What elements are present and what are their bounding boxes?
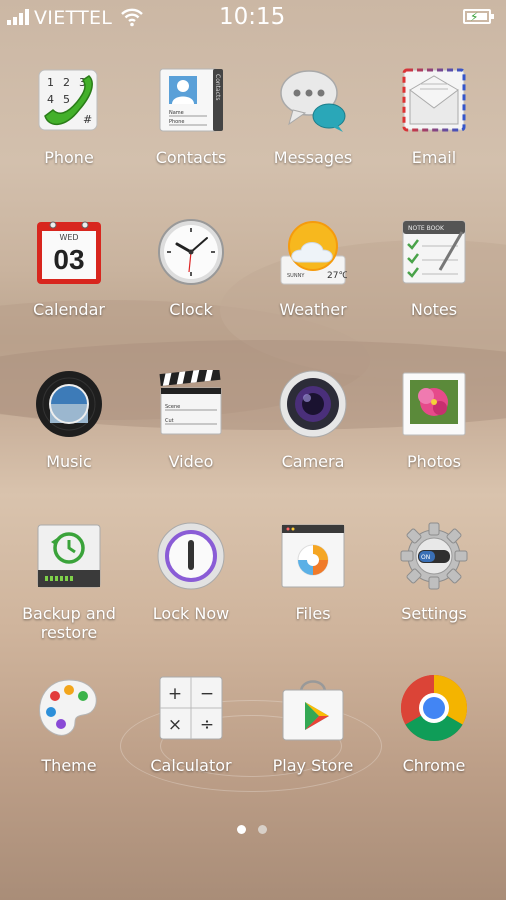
app-label: Weather xyxy=(279,300,347,319)
music-icon xyxy=(35,370,103,438)
app-settings[interactable]: ON Settings xyxy=(374,522,494,623)
phone-key: 5 xyxy=(63,93,70,106)
app-label: Camera xyxy=(281,452,345,471)
calc-key: − xyxy=(200,684,214,704)
app-label: Backup and restore xyxy=(22,604,116,642)
messages-icon xyxy=(279,66,347,134)
page-indicator[interactable] xyxy=(237,825,269,835)
status-bar: VIETTEL 10:15 ⚡ xyxy=(0,0,506,36)
app-email[interactable]: Email xyxy=(374,66,494,167)
chrome-icon xyxy=(400,674,468,742)
video-field: Cut xyxy=(165,418,174,424)
calc-key: × xyxy=(168,715,182,735)
calendar-day: WED xyxy=(59,233,78,242)
app-label: Calendar xyxy=(33,300,105,319)
weather-city: SUNNY xyxy=(287,273,305,279)
app-label: Clock xyxy=(169,300,213,319)
clock-icon xyxy=(157,218,225,286)
app-label: Chrome xyxy=(402,756,466,775)
app-label: Photos xyxy=(407,452,461,471)
contacts-field: Phone xyxy=(169,119,185,125)
calendar-icon: WED 03 xyxy=(35,218,103,286)
app-label: Video xyxy=(168,452,214,471)
notes-icon: NOTE BOOK xyxy=(400,218,468,286)
contacts-icon: Contacts Name Phone xyxy=(157,66,225,134)
phone-key: # xyxy=(83,113,92,126)
app-label: Contacts xyxy=(155,148,227,167)
play-store-icon xyxy=(279,674,347,742)
app-music[interactable]: Music xyxy=(9,370,129,471)
app-contacts[interactable]: Contacts Name Phone Contacts xyxy=(131,66,251,167)
calc-key: ÷ xyxy=(200,715,214,735)
video-icon: Scene Cut xyxy=(157,367,225,438)
status-time: 10:15 xyxy=(219,4,286,30)
notes-header: NOTE BOOK xyxy=(408,225,445,232)
camera-icon xyxy=(279,370,347,438)
app-label: Email xyxy=(411,148,457,167)
app-video[interactable]: Scene Cut Video xyxy=(131,367,251,471)
app-messages[interactable]: Messages xyxy=(253,66,373,167)
app-phone[interactable]: 1 2 3 4 5 # Phone xyxy=(9,66,129,167)
app-play-store[interactable]: Play Store xyxy=(253,674,373,775)
backup-icon xyxy=(35,522,103,590)
app-label: Settings xyxy=(401,604,467,623)
video-field: Scene xyxy=(165,404,180,410)
app-weather[interactable]: SUNNY 27℃ Weather xyxy=(253,218,373,319)
app-chrome[interactable]: Chrome xyxy=(374,674,494,775)
phone-key: 4 xyxy=(47,93,54,106)
app-backup-restore[interactable]: Backup and restore xyxy=(9,522,129,642)
weather-temp: 27℃ xyxy=(327,271,347,281)
phone-icon: 1 2 3 4 5 # xyxy=(35,66,103,134)
app-calculator[interactable]: + − × ÷ Calculator xyxy=(131,674,251,775)
lock-icon xyxy=(157,522,225,590)
theme-icon xyxy=(35,674,103,742)
contacts-tab: Contacts xyxy=(214,74,221,100)
settings-icon: ON xyxy=(400,522,468,590)
calc-key: + xyxy=(168,684,182,704)
app-theme[interactable]: Theme xyxy=(9,674,129,775)
wifi-icon xyxy=(121,8,143,27)
page-dot[interactable] xyxy=(258,825,267,834)
app-label: Music xyxy=(46,452,92,471)
app-label: Messages xyxy=(273,148,353,167)
files-icon xyxy=(279,522,347,590)
contacts-field: Name xyxy=(169,110,184,116)
app-label: Lock Now xyxy=(152,604,230,623)
app-files[interactable]: Files xyxy=(253,522,373,623)
phone-key: 1 xyxy=(47,76,54,89)
settings-toggle: ON xyxy=(421,554,430,561)
app-label: Theme xyxy=(41,756,97,775)
email-icon xyxy=(400,66,468,134)
app-photos[interactable]: Photos xyxy=(374,370,494,471)
app-calendar[interactable]: WED 03 Calendar xyxy=(9,218,129,319)
calculator-icon: + − × ÷ xyxy=(157,674,225,742)
app-lock-now[interactable]: Lock Now xyxy=(131,522,251,623)
signal-icon xyxy=(7,9,31,25)
app-label: Calculator xyxy=(150,756,232,775)
phone-key: 2 xyxy=(63,76,70,89)
app-notes[interactable]: NOTE BOOK Notes xyxy=(374,218,494,319)
app-label: Files xyxy=(295,604,331,623)
app-camera[interactable]: Camera xyxy=(253,370,373,471)
page-dot-active[interactable] xyxy=(237,825,246,834)
app-label: Phone xyxy=(44,148,94,167)
app-label: Play Store xyxy=(272,756,354,775)
carrier-name: VIETTEL xyxy=(34,7,113,29)
weather-icon: SUNNY 27℃ xyxy=(279,218,349,286)
battery-charging-icon: ⚡ xyxy=(463,9,494,24)
home-screen: VIETTEL 10:15 ⚡ 1 2 3 4 5 # Phone Contac… xyxy=(0,0,506,900)
app-clock[interactable]: Clock xyxy=(131,218,251,319)
app-label: Notes xyxy=(410,300,458,319)
calendar-date: 03 xyxy=(53,244,84,275)
photos-icon xyxy=(400,370,468,438)
